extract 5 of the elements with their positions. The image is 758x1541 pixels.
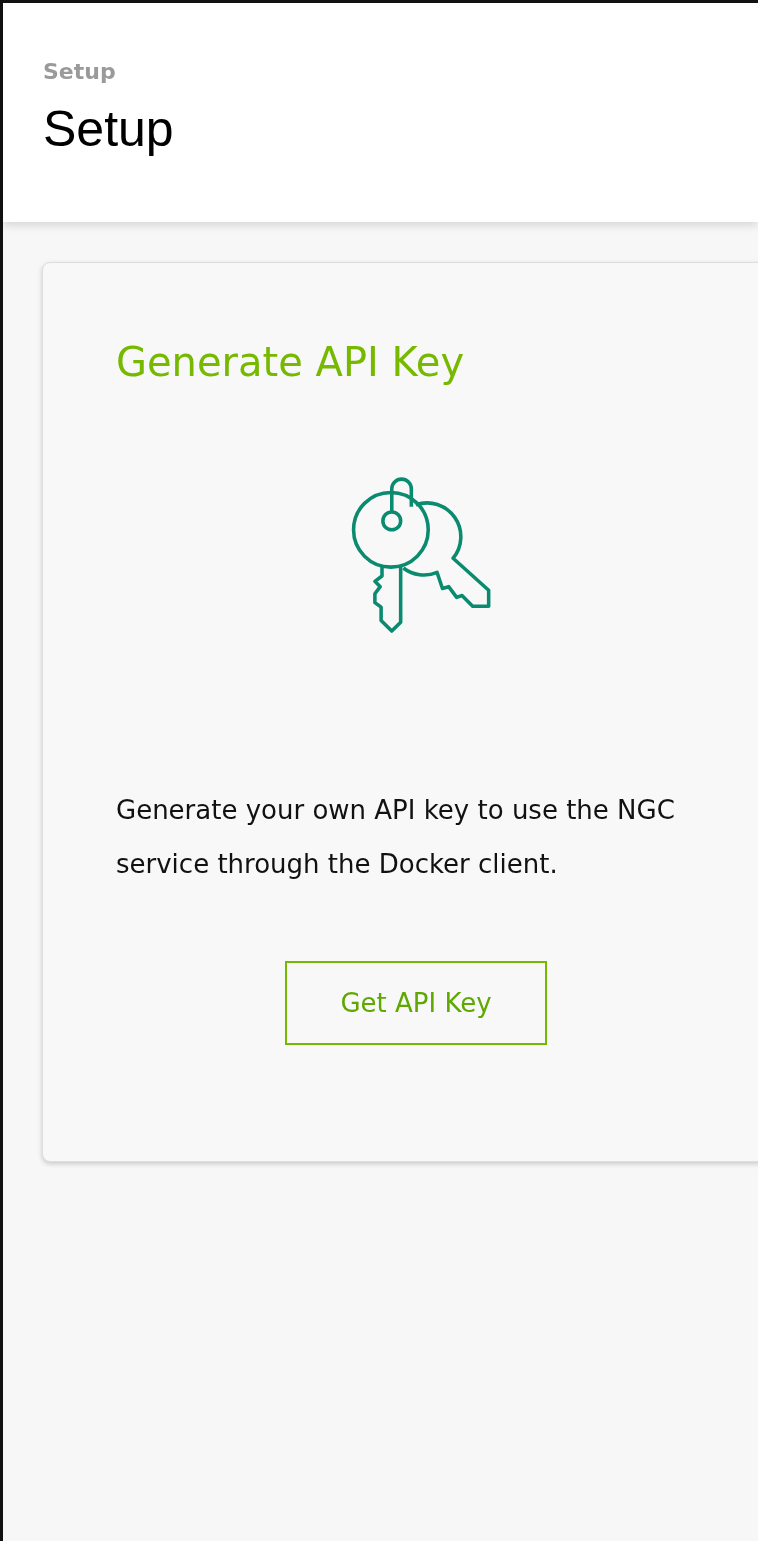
card-title: Generate API Key (116, 339, 465, 385)
get-api-key-button[interactable]: Get API Key (285, 961, 547, 1045)
page-title: Setup (43, 100, 174, 158)
breadcrumb: Setup (43, 59, 116, 84)
description-text: Generate your own API key to use the NGC service through the Docker client. (116, 794, 676, 881)
